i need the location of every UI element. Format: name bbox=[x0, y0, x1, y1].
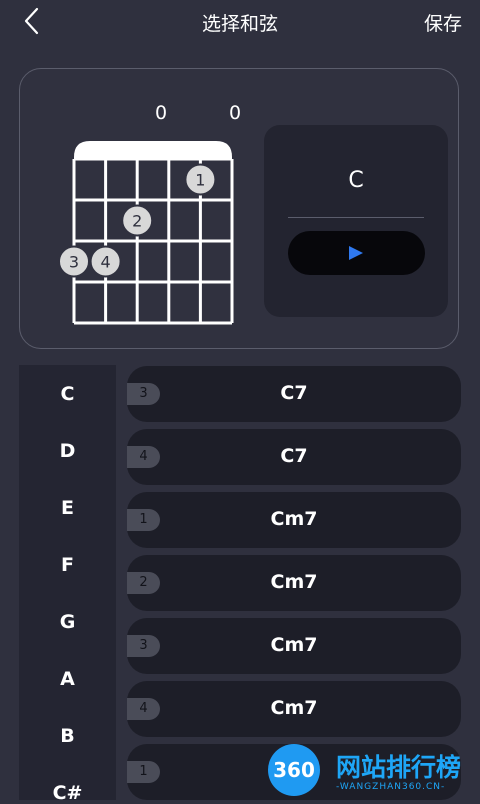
chord-preview-card: C bbox=[264, 125, 448, 317]
play-icon bbox=[349, 246, 363, 260]
key-item-c-sharp[interactable]: C# bbox=[19, 782, 116, 804]
watermark-subtext: -WANGZHAN360.CN- bbox=[336, 782, 446, 792]
play-button[interactable] bbox=[288, 231, 425, 275]
fretboard-nut bbox=[74, 141, 232, 159]
chord-variant-item[interactable]: 3 Cm7 bbox=[127, 618, 461, 674]
watermark-logo-text: 360 bbox=[273, 758, 315, 782]
key-item-a[interactable]: A bbox=[19, 668, 116, 690]
watermark-logo: 360 bbox=[268, 744, 320, 796]
variant-label: Cm7 bbox=[270, 634, 318, 656]
open-string-mark: 0 bbox=[229, 102, 242, 124]
variant-label: Cm7 bbox=[270, 508, 318, 530]
divider bbox=[288, 217, 424, 218]
chord-variant-item[interactable]: 4 C7 bbox=[127, 429, 461, 485]
watermark: 360 网站排行榜 -WANGZHAN360.CN- bbox=[268, 744, 480, 800]
fretboard: 1 2 3 4 bbox=[58, 141, 234, 325]
chord-variant-item[interactable]: 4 Cm7 bbox=[127, 681, 461, 737]
key-item-f[interactable]: F bbox=[19, 554, 116, 576]
variant-label: Cm7 bbox=[270, 697, 318, 719]
chord-panel: 0 0 1 2 3 4 C bbox=[19, 68, 459, 349]
variant-label: Cm7 bbox=[270, 571, 318, 593]
chord-name: C bbox=[348, 168, 364, 193]
watermark-text: 网站排行榜 bbox=[336, 753, 462, 782]
finger-label: 4 bbox=[101, 253, 111, 272]
variant-label: C7 bbox=[280, 445, 308, 467]
open-string-mark: 0 bbox=[155, 102, 168, 124]
key-item-d[interactable]: D bbox=[19, 440, 116, 462]
key-item-e[interactable]: E bbox=[19, 497, 116, 519]
key-item-g[interactable]: G bbox=[19, 611, 116, 633]
key-list: C D E F G A B C# bbox=[19, 365, 116, 804]
chord-variant-item[interactable]: 3 C7 bbox=[127, 366, 461, 422]
chord-variant-item[interactable]: 1 Cm7 bbox=[127, 492, 461, 548]
page-title: 选择和弦 bbox=[201, 13, 278, 35]
finger-label: 2 bbox=[132, 212, 142, 231]
key-item-c[interactable]: C bbox=[19, 383, 116, 405]
finger-label: 1 bbox=[195, 171, 205, 190]
finger-label: 3 bbox=[69, 253, 79, 272]
save-button[interactable]: 保存 bbox=[424, 9, 462, 36]
key-item-b[interactable]: B bbox=[19, 725, 116, 747]
header: 选择和弦 保存 bbox=[0, 0, 480, 42]
chord-variant-item[interactable]: 2 Cm7 bbox=[127, 555, 461, 611]
variant-label: C7 bbox=[280, 382, 308, 404]
chord-diagram[interactable]: 0 0 1 2 3 4 bbox=[52, 102, 242, 329]
